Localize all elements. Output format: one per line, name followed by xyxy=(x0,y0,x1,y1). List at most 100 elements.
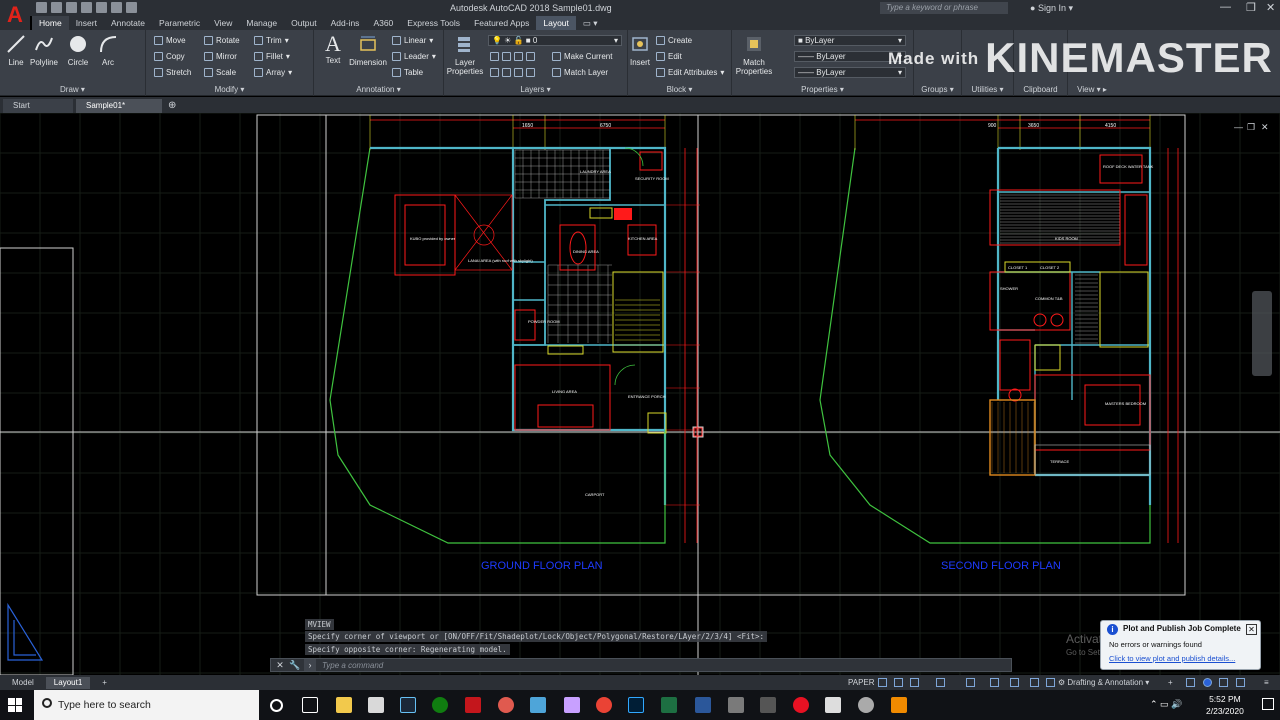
mail-icon[interactable] xyxy=(368,697,384,713)
tray-icons[interactable]: ⌃ ▭ 🔊 xyxy=(1150,699,1182,710)
clipboard-panel-label[interactable]: Clipboard xyxy=(1014,85,1067,94)
steam-icon[interactable] xyxy=(400,697,416,713)
layer-tools-row2[interactable] xyxy=(490,68,535,77)
groups-panel-label[interactable]: Groups ▾ xyxy=(914,85,961,94)
cortana-icon[interactable] xyxy=(270,699,283,712)
file-tab-sample01[interactable]: Sample01* xyxy=(76,99,162,113)
array-button[interactable]: Array ▾ xyxy=(254,68,292,77)
navigation-bar[interactable] xyxy=(1252,291,1272,376)
close-icon[interactable]: ✕ xyxy=(1266,1,1275,14)
close-cmd-icon[interactable]: ✕ xyxy=(274,659,286,671)
file-explorer-icon[interactable] xyxy=(336,697,352,713)
maximize-icon[interactable]: ❐ xyxy=(1246,1,1256,14)
new-tab-button[interactable]: ⊕ xyxy=(168,99,176,113)
annotation-panel-label[interactable]: Annotation ▾ xyxy=(314,85,443,94)
utilities-panel-label[interactable]: Utilities ▾ xyxy=(962,85,1013,94)
table-button[interactable]: Table xyxy=(392,68,423,77)
dimension-button[interactable]: Dimension xyxy=(348,34,388,67)
edit-attributes-button[interactable]: Edit Attributes ▾ xyxy=(656,68,724,77)
plot-details-link[interactable]: Click to view plot and publish details..… xyxy=(1109,654,1235,663)
taskbar-clock[interactable]: 5:52 PM 2/23/2020 xyxy=(1206,693,1244,717)
viewport-frame[interactable] xyxy=(325,114,1186,596)
match-properties-button[interactable]: Match Properties xyxy=(734,34,774,76)
polyline-button[interactable]: Polyline xyxy=(28,34,60,67)
layer-tools-row1[interactable] xyxy=(490,52,535,61)
text-button[interactable]: A Text xyxy=(320,33,346,66)
leader-button[interactable]: Leader ▾ xyxy=(392,52,436,61)
autocad-taskbar-icon[interactable] xyxy=(465,697,481,713)
tab-layout[interactable]: Layout xyxy=(536,16,576,30)
copy-button[interactable]: Copy xyxy=(154,52,185,61)
app-icon-9[interactable] xyxy=(564,697,580,713)
isolate-objects-icon[interactable] xyxy=(1203,678,1212,687)
chrome-icon[interactable] xyxy=(596,697,612,713)
notification-close-icon[interactable]: ✕ xyxy=(1246,624,1257,635)
tab-addins[interactable]: Add-ins xyxy=(324,16,367,30)
layer-dropdown[interactable]: 💡 ☀ 🔓 ■ 0 ▾ xyxy=(488,35,622,46)
clean-screen-icon[interactable] xyxy=(1236,678,1245,687)
viewport-restore-icon[interactable]: ❐ xyxy=(1247,122,1255,133)
tab-parametric[interactable]: Parametric xyxy=(152,16,207,30)
paper-space-toggle[interactable]: PAPER xyxy=(848,676,875,689)
make-current-button[interactable]: Make Current xyxy=(552,52,612,61)
ribbon-toggle-icon[interactable]: ▭ ▾ xyxy=(576,16,605,30)
tab-annotate[interactable]: Annotate xyxy=(104,16,152,30)
snap-icon[interactable] xyxy=(894,678,903,687)
modify-panel-label[interactable]: Modify ▾ xyxy=(146,85,313,94)
linear-button[interactable]: Linear ▾ xyxy=(392,36,433,45)
lineweight-icon[interactable] xyxy=(1010,678,1019,687)
scale-button[interactable]: Scale xyxy=(204,68,236,77)
new-icon[interactable] xyxy=(36,2,47,13)
ortho-icon[interactable] xyxy=(910,678,919,687)
layout1-tab[interactable]: Layout1 xyxy=(45,676,91,689)
tab-home[interactable]: Home xyxy=(32,16,69,30)
model-tab[interactable]: Model xyxy=(4,677,42,689)
fillet-button[interactable]: Fillet ▾ xyxy=(254,52,290,61)
rotate-button[interactable]: Rotate xyxy=(204,36,240,45)
block-panel-label[interactable]: Block ▾ xyxy=(628,85,731,94)
units-icon[interactable] xyxy=(1186,678,1195,687)
tab-view[interactable]: View xyxy=(207,16,239,30)
app-icon-8[interactable] xyxy=(530,697,546,713)
insert-button[interactable]: Insert xyxy=(628,34,652,67)
file-tab-start[interactable]: Start xyxy=(3,99,73,113)
osnap-icon[interactable] xyxy=(966,678,975,687)
mirror-button[interactable]: Mirror xyxy=(204,52,237,61)
word-icon[interactable] xyxy=(695,697,711,713)
tab-output[interactable]: Output xyxy=(284,16,324,30)
layer-properties-button[interactable]: Layer Properties xyxy=(446,34,484,76)
match-layer-button[interactable]: Match Layer xyxy=(552,68,608,77)
taskbar-search[interactable]: Type here to search xyxy=(34,690,259,720)
minimize-icon[interactable]: — xyxy=(1220,1,1231,13)
circle-button[interactable]: Circle xyxy=(64,34,92,67)
properties-panel-label[interactable]: Properties ▾ xyxy=(732,85,913,94)
redo-icon[interactable] xyxy=(126,2,137,13)
grid-icon[interactable] xyxy=(878,678,887,687)
app-icon-17[interactable] xyxy=(825,697,841,713)
stretch-button[interactable]: Stretch xyxy=(154,68,191,77)
customize-cmd-icon[interactable]: 🔧 xyxy=(289,659,301,671)
settings-icon[interactable] xyxy=(858,697,874,713)
viewport-minimize-icon[interactable]: — xyxy=(1234,122,1243,132)
application-menu-button[interactable]: A xyxy=(0,0,30,30)
undo-icon[interactable] xyxy=(111,2,122,13)
polar-icon[interactable] xyxy=(936,678,945,687)
add-layout-button[interactable]: + xyxy=(94,677,115,689)
tab-featured-apps[interactable]: Featured Apps xyxy=(467,16,536,30)
transparency-icon[interactable] xyxy=(1030,678,1039,687)
command-input[interactable]: Type a command xyxy=(322,661,383,670)
app-icon-15[interactable] xyxy=(760,697,776,713)
viewport-close-icon[interactable]: ✕ xyxy=(1261,122,1269,133)
line-button[interactable]: Line xyxy=(4,34,28,67)
sign-in-button[interactable]: ● Sign In ▾ xyxy=(1030,3,1073,14)
photoshop-icon[interactable] xyxy=(628,697,644,713)
workspace-switch[interactable]: ⚙ Drafting & Annotation ▾ xyxy=(1058,676,1149,689)
customization-icon[interactable]: ≡ xyxy=(1264,676,1269,689)
task-view-icon[interactable] xyxy=(302,697,318,713)
arc-button[interactable]: Arc xyxy=(96,34,120,67)
selection-cycling-icon[interactable] xyxy=(1046,678,1055,687)
layers-panel-label[interactable]: Layers ▾ xyxy=(444,85,627,94)
view-panel-label[interactable]: View ▾ ▸ xyxy=(1068,85,1116,94)
hardware-accel-icon[interactable] xyxy=(1219,678,1228,687)
help-search-input[interactable]: Type a keyword or phrase xyxy=(880,2,1008,14)
